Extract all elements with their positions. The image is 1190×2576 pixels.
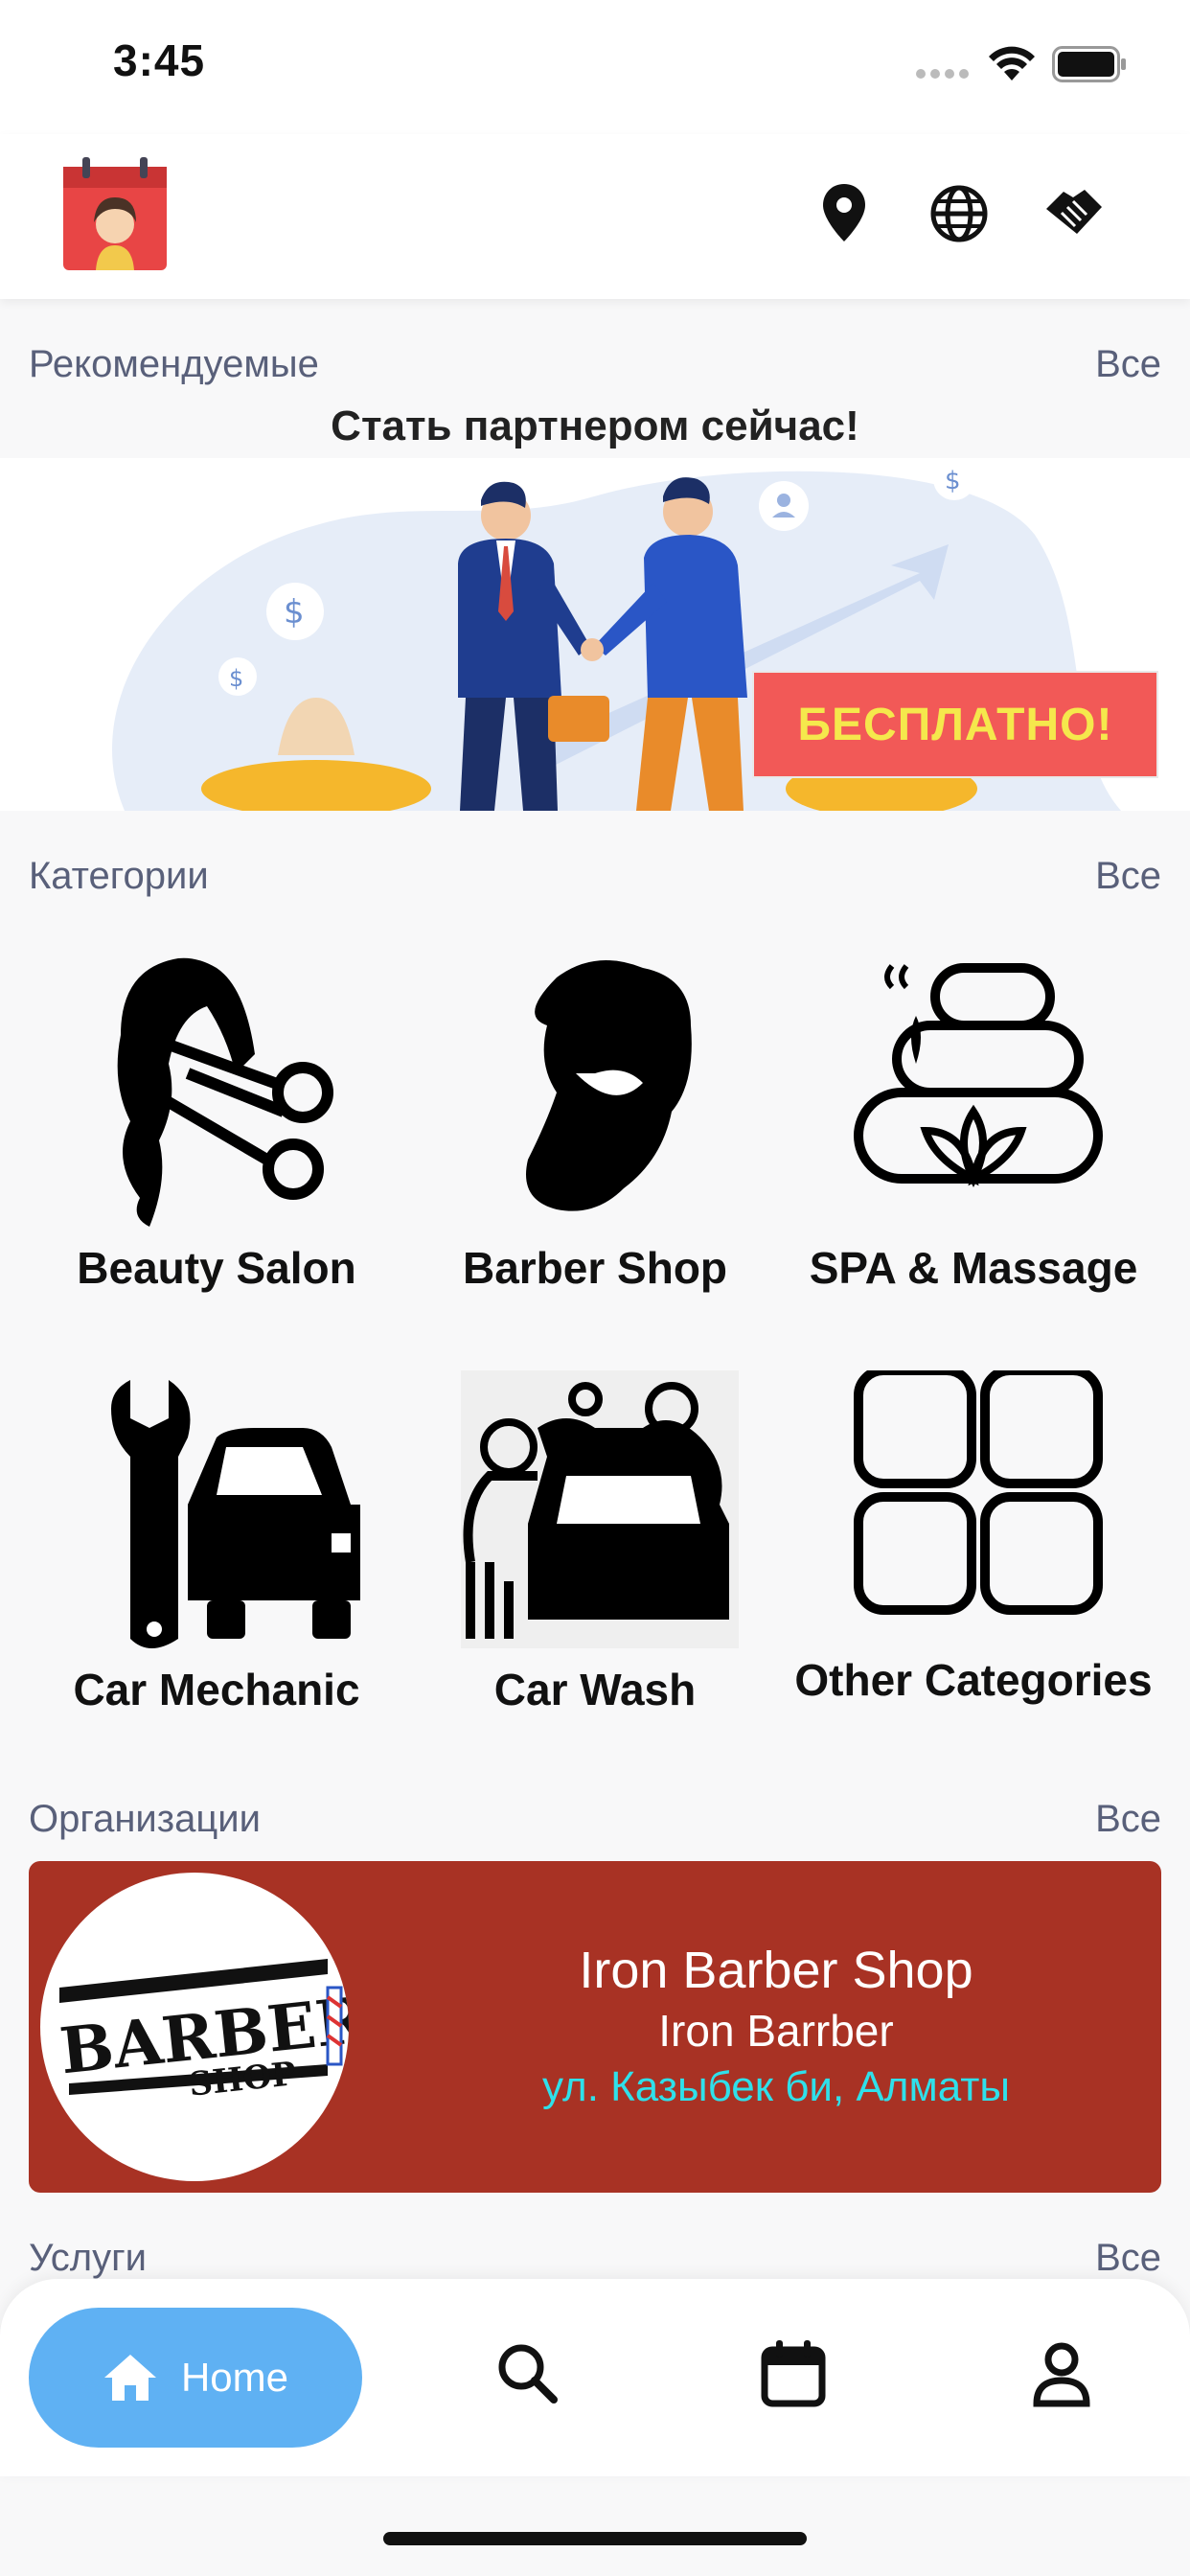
car-wash-icon — [461, 1370, 739, 1648]
barber-shop-logo-icon: BARBER SHOP — [57, 1959, 349, 2104]
recommended-all-link[interactable]: Все — [1095, 343, 1161, 386]
category-spa-massage[interactable]: SPA & Massage — [791, 949, 1156, 1295]
category-other[interactable]: Other Categories — [791, 1366, 1156, 1707]
svg-text:$: $ — [229, 665, 243, 692]
organizations-all-link[interactable]: Все — [1095, 1798, 1161, 1841]
app-logo-icon[interactable] — [61, 155, 169, 272]
category-label: Barber Shop — [462, 1243, 728, 1293]
car-mechanic-icon — [111, 1380, 360, 1648]
status-time: 3:45 — [113, 35, 206, 85]
organizations-title: Организации — [29, 1797, 261, 1840]
category-label: Other Categories — [794, 1655, 1153, 1705]
category-label: Beauty Salon — [77, 1243, 356, 1293]
organization-info: Iron Barber Shop Iron Barrber ул. Казыбе… — [431, 1861, 1121, 2193]
svg-text:$: $ — [945, 467, 961, 495]
category-car-mechanic[interactable]: Car Mechanic — [34, 1370, 399, 1716]
free-badge[interactable]: БЕСПЛАТНО! — [752, 671, 1158, 778]
services-title: Услуги — [29, 2236, 148, 2279]
organizations-header: Организации Все — [29, 1790, 1161, 1848]
app-bar — [0, 134, 1190, 299]
home-indicator — [383, 2532, 807, 2545]
barber-shop-icon — [526, 960, 692, 1211]
wifi-icon — [989, 46, 1035, 80]
organization-logo: BARBER SHOP — [40, 1873, 349, 2181]
services-all-link[interactable]: Все — [1095, 2237, 1161, 2280]
calendar-icon[interactable] — [755, 2334, 832, 2411]
beauty-salon-icon — [117, 957, 333, 1227]
nav-home-tab[interactable]: Home — [29, 2308, 362, 2448]
organization-card[interactable]: BARBER SHOP Iron Barber Shop Iron Barrbe… — [29, 1861, 1161, 2193]
category-beauty-salon[interactable]: Beauty Salon — [34, 949, 399, 1295]
recommended-title: Рекомендуемые — [29, 342, 319, 385]
profile-icon[interactable] — [1023, 2334, 1100, 2411]
promo-title: Стать партнером сейчас! — [331, 402, 859, 449]
services-header: Услуги Все — [29, 2229, 1161, 2287]
other-categories-icon — [854, 1366, 1103, 1615]
nav-home-label: Home — [180, 2355, 289, 2400]
globe-icon[interactable] — [929, 184, 989, 243]
category-car-wash[interactable]: Car Wash — [413, 1370, 777, 1716]
organization-name: Iron Barber Shop — [579, 1942, 973, 1999]
svg-text:$: $ — [284, 593, 305, 632]
search-icon[interactable] — [489, 2334, 565, 2411]
categories-header: Категории Все — [29, 847, 1161, 905]
categories-all-link[interactable]: Все — [1095, 855, 1161, 898]
battery-icon — [1052, 46, 1126, 82]
signal-icon — [916, 69, 969, 79]
category-label: SPA & Massage — [809, 1243, 1138, 1293]
status-bar: 3:45 — [0, 0, 1190, 134]
category-label: Car Wash — [493, 1665, 697, 1714]
bottom-navigation: Home — [0, 2279, 1190, 2476]
location-icon[interactable] — [820, 182, 868, 243]
recommended-header: Рекомендуемые Все — [29, 335, 1161, 393]
home-icon — [103, 2355, 156, 2401]
categories-title: Категории — [29, 854, 209, 897]
handshake-icon[interactable] — [1042, 184, 1106, 243]
category-barber-shop[interactable]: Barber Shop — [413, 949, 777, 1295]
spa-massage-icon — [854, 963, 1103, 1187]
organization-address: ул. Казыбек би, Алматы — [542, 2063, 1010, 2110]
category-label: Car Mechanic — [73, 1665, 360, 1714]
organization-subtitle: Iron Barrber — [658, 2006, 894, 2056]
